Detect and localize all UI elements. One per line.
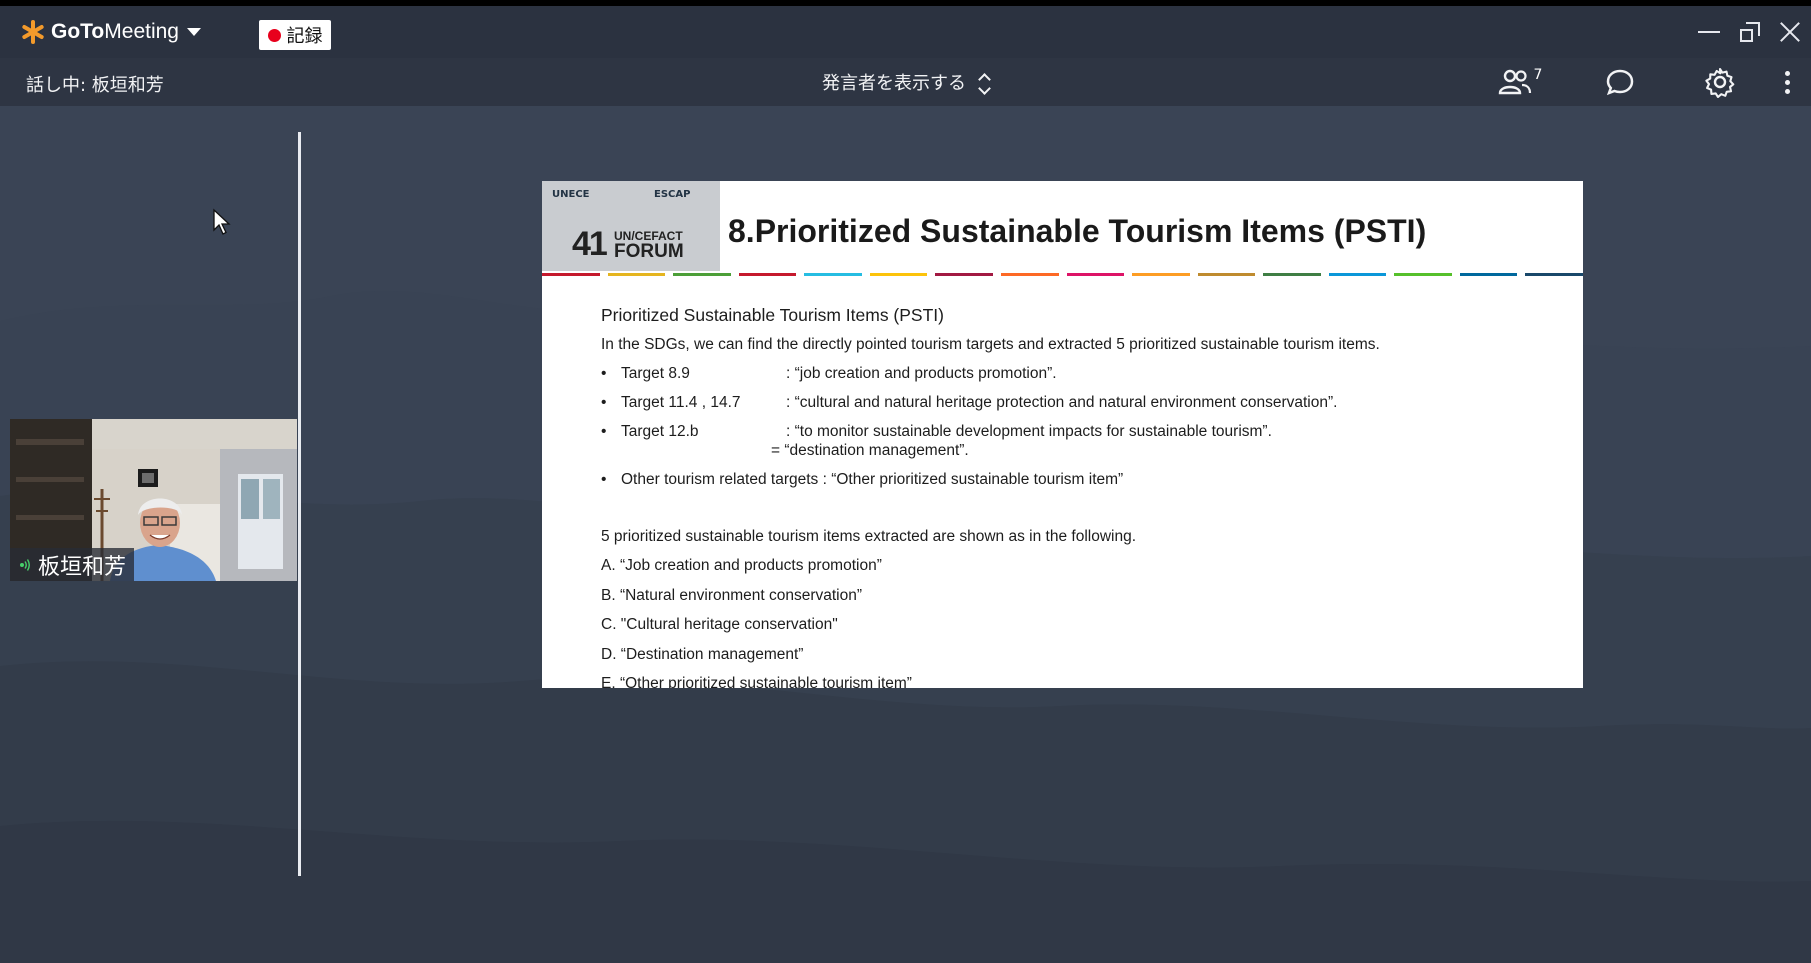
chat-button[interactable] <box>1602 66 1638 98</box>
stripe-segment <box>1328 273 1387 276</box>
stripe-segment <box>869 273 928 276</box>
target-text: : “cultural and natural heritage protect… <box>786 394 1338 411</box>
stripe-segment <box>1525 273 1583 276</box>
target-label: Target 12.b <box>621 423 699 440</box>
stripe-segment <box>1000 273 1059 276</box>
slide-intro: In the SDGs, we can find the directly po… <box>601 336 1380 353</box>
app-name: GoToMeeting <box>51 20 179 43</box>
slide-heading: Prioritized Sustainable Tourism Items (P… <box>601 305 944 325</box>
sort-updown-icon <box>978 72 991 95</box>
stripe-segment <box>738 273 797 276</box>
chat-icon <box>1606 69 1634 96</box>
close-icon <box>1779 21 1801 43</box>
minimize-button[interactable] <box>1692 16 1726 48</box>
active-speaker-label: 話し中: 板垣和芳 <box>26 75 164 96</box>
more-options-button[interactable] <box>1775 66 1799 98</box>
more-vertical-icon <box>1784 70 1790 76</box>
list-item: D. “Destination management” <box>601 645 804 663</box>
record-button[interactable]: 記録 <box>259 20 331 50</box>
list-item: A. “Job creation and products promotion” <box>601 557 882 574</box>
mouse-cursor-icon <box>213 208 231 235</box>
meeting-stage: 板垣和芳 UNECE ESCAP 41 UN/CEFACT FORUM 8.Pr… <box>0 106 1811 963</box>
escap-logo-text: ESCAP <box>654 189 691 200</box>
list-item: C. "Cultural heritage conservation" <box>601 616 838 633</box>
restore-icon <box>1740 22 1760 42</box>
dropdown-caret-icon <box>186 28 201 36</box>
target-bullet: • Target 11.4 , 14.7: “cultural and natur… <box>601 393 1561 422</box>
target-label: Target 8.9 <box>621 365 690 382</box>
record-dot-icon <box>267 28 281 42</box>
forum-logo: UNECE ESCAP 41 UN/CEFACT FORUM <box>542 181 720 271</box>
target-text: : “job creation and products promotion”. <box>786 365 1057 382</box>
stripe-segment <box>804 273 862 276</box>
webcam-tile[interactable]: 板垣和芳 <box>10 419 297 581</box>
participants-icon <box>1498 69 1531 95</box>
panel-resize-handle[interactable] <box>298 132 301 876</box>
target-label: Target 11.4 , 14.7 <box>621 394 741 411</box>
minimize-icon <box>1698 31 1720 33</box>
title-bar: GoToMeeting 記録 <box>0 6 1811 58</box>
stripe-segment <box>607 273 666 276</box>
forum-label: FORUM <box>614 241 684 262</box>
target-bullet: • Target 8.9: “job creation and products … <box>601 364 1561 393</box>
slide-body: Prioritized Sustainable Tourism Items (P… <box>601 305 1561 688</box>
participants-count: 7 <box>1533 67 1543 83</box>
stripe-segment <box>1197 273 1256 276</box>
sdg-color-stripe <box>542 273 1583 276</box>
stripe-segment <box>1459 273 1518 276</box>
record-label: 記録 <box>286 26 323 47</box>
list-item: B. “Natural environment conservation” <box>601 586 863 604</box>
close-button[interactable] <box>1773 16 1807 48</box>
stripe-segment <box>935 273 993 276</box>
stripe-segment <box>1066 273 1125 276</box>
speaker-icon <box>20 558 30 571</box>
slide-summary: 5 prioritized sustainable tourism items … <box>601 528 1137 545</box>
shared-screen-slide: UNECE ESCAP 41 UN/CEFACT FORUM 8.Priorit… <box>542 181 1583 688</box>
app-menu-button[interactable]: GoToMeeting <box>20 19 201 45</box>
forum-number: 41 <box>572 225 608 263</box>
stripe-segment <box>1132 273 1190 276</box>
meeting-toolbar: 話し中: 板垣和芳 発言者を表示する 7 <box>0 58 1811 106</box>
gotomeeting-window: GoToMeeting 記録 話し中: 板垣和芳 発言者を表示する 7 板垣和芳… <box>0 6 1811 963</box>
restore-button[interactable] <box>1733 16 1767 48</box>
settings-button[interactable] <box>1702 66 1738 98</box>
stripe-segment <box>1263 273 1321 276</box>
gotomeeting-logo-icon <box>20 19 46 45</box>
item-list: A. “Job creation and products promotion”… <box>601 556 1561 688</box>
unece-logo-text: UNECE <box>552 189 590 200</box>
participants-button[interactable]: 7 <box>1495 66 1545 98</box>
gear-icon <box>1705 67 1735 98</box>
view-mode-selector[interactable]: 発言者を表示する <box>822 69 991 95</box>
list-item: E. “Other prioritized sustainable touris… <box>601 675 912 688</box>
stripe-segment <box>673 273 731 276</box>
participant-name: 板垣和芳 <box>38 554 127 580</box>
view-mode-label: 発言者を表示する <box>822 73 966 94</box>
stripe-segment <box>1394 273 1452 276</box>
stripe-segment <box>542 273 600 276</box>
other-target-bullet: • Other tourism related targets : “Other … <box>601 470 1561 499</box>
slide-title: 8.Prioritized Sustainable Tourism Items … <box>728 213 1427 249</box>
participant-name-tag: 板垣和芳 <box>10 548 135 581</box>
other-target-text: Other tourism related targets : “Other p… <box>621 471 1124 488</box>
